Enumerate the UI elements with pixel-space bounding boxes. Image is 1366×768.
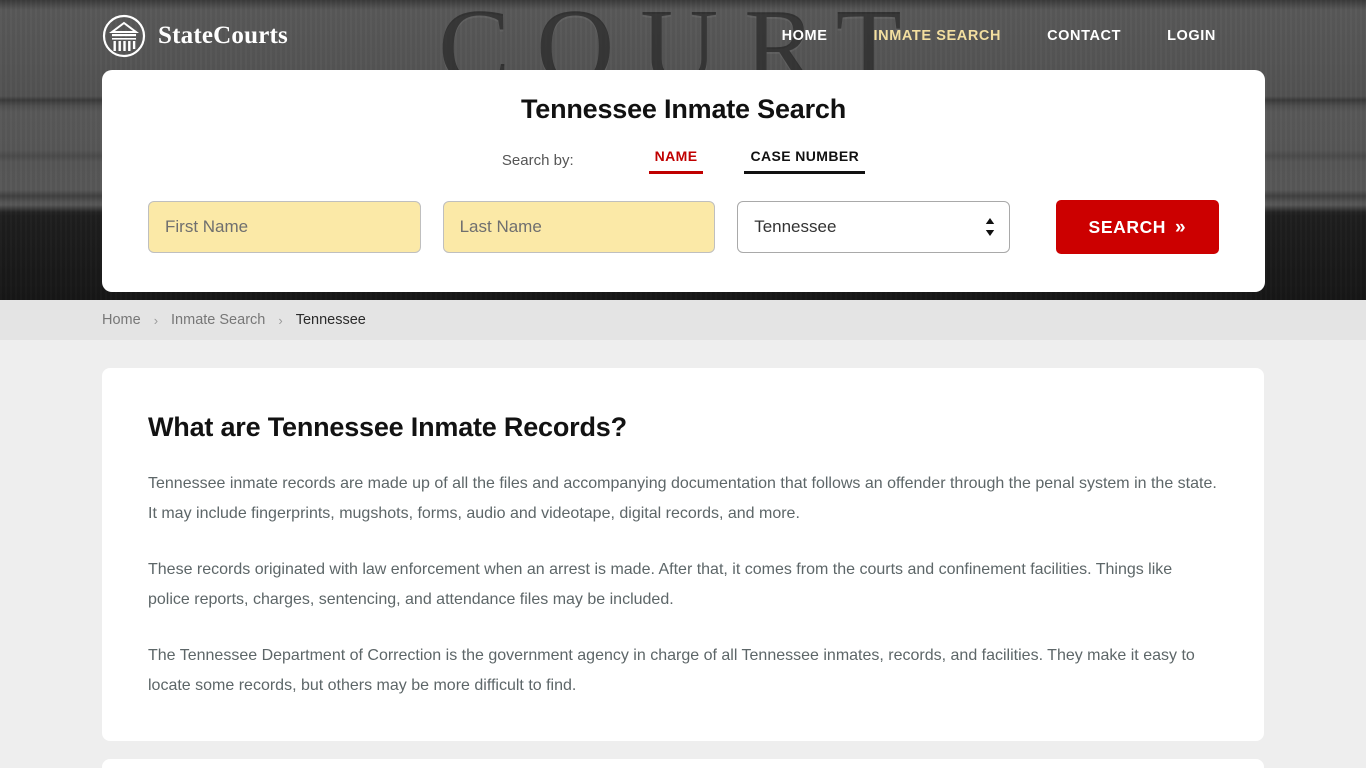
search-by-row: Search by: NAME CASE NUMBER (148, 147, 1219, 174)
select-spinner-icon (984, 216, 996, 238)
brand-logo-link[interactable]: StateCourts (102, 14, 288, 58)
paragraph-1: Tennessee inmate records are made up of … (148, 475, 1217, 522)
breadcrumb-item-tennessee: Tennessee (295, 312, 366, 328)
last-name-input[interactable] (442, 201, 716, 253)
hero-section: COURT HOUSE StateCourts HOM (0, 0, 1366, 300)
inmate-records-panel: What are Tennessee Inmate Records? Tenne… (102, 368, 1264, 741)
state-select-value: Tennessee (754, 217, 837, 236)
page-title: What are Tennessee Inmate Records? (148, 412, 627, 442)
brand-name: StateCourts (158, 22, 288, 49)
breadcrumb-separator-icon: › (278, 312, 283, 328)
state-select[interactable]: Tennessee (737, 201, 1010, 253)
nav-item-inmate-search[interactable]: INMATE SEARCH (874, 28, 1002, 44)
inmate-search-card: Tennessee Inmate Search Search by: NAME … (102, 70, 1265, 292)
breadcrumb-item-home[interactable]: Home (102, 312, 141, 328)
nav-item-contact[interactable]: CONTACT (1047, 28, 1121, 44)
tab-case-number[interactable]: CASE NUMBER (744, 147, 866, 174)
breadcrumb-item-inmate-search[interactable]: Inmate Search (171, 312, 265, 328)
courthouse-circle-logo-icon (102, 14, 146, 58)
nav-item-login[interactable]: LOGIN (1167, 28, 1216, 44)
paragraph-3: The Tennessee Department of Correction i… (148, 647, 1195, 694)
search-button-label: SEARCH (1088, 216, 1167, 237)
top-navigation-bar: StateCourts HOME INMATE SEARCH CONTACT L… (0, 0, 1366, 72)
search-button[interactable]: SEARCH » (1055, 200, 1219, 254)
tab-name[interactable]: NAME (648, 147, 704, 174)
paragraph-2: These records originated with law enforc… (148, 561, 1173, 608)
breadcrumb: Home › Inmate Search › Tennessee (0, 300, 1366, 340)
nav-item-home[interactable]: HOME (782, 28, 828, 44)
search-fields-row: Tennessee SEARCH » (148, 200, 1219, 254)
search-card-title: Tennessee Inmate Search (520, 94, 847, 124)
main-content: What are Tennessee Inmate Records? Tenne… (0, 340, 1366, 768)
breadcrumb-separator-icon: › (153, 312, 159, 328)
main-nav: HOME INMATE SEARCH CONTACT LOGIN (782, 28, 1216, 44)
next-panel-partial (102, 758, 1264, 768)
double-chevron-right-icon: » (1175, 216, 1187, 238)
first-name-input[interactable] (148, 201, 421, 253)
search-by-label: Search by: (501, 152, 574, 169)
